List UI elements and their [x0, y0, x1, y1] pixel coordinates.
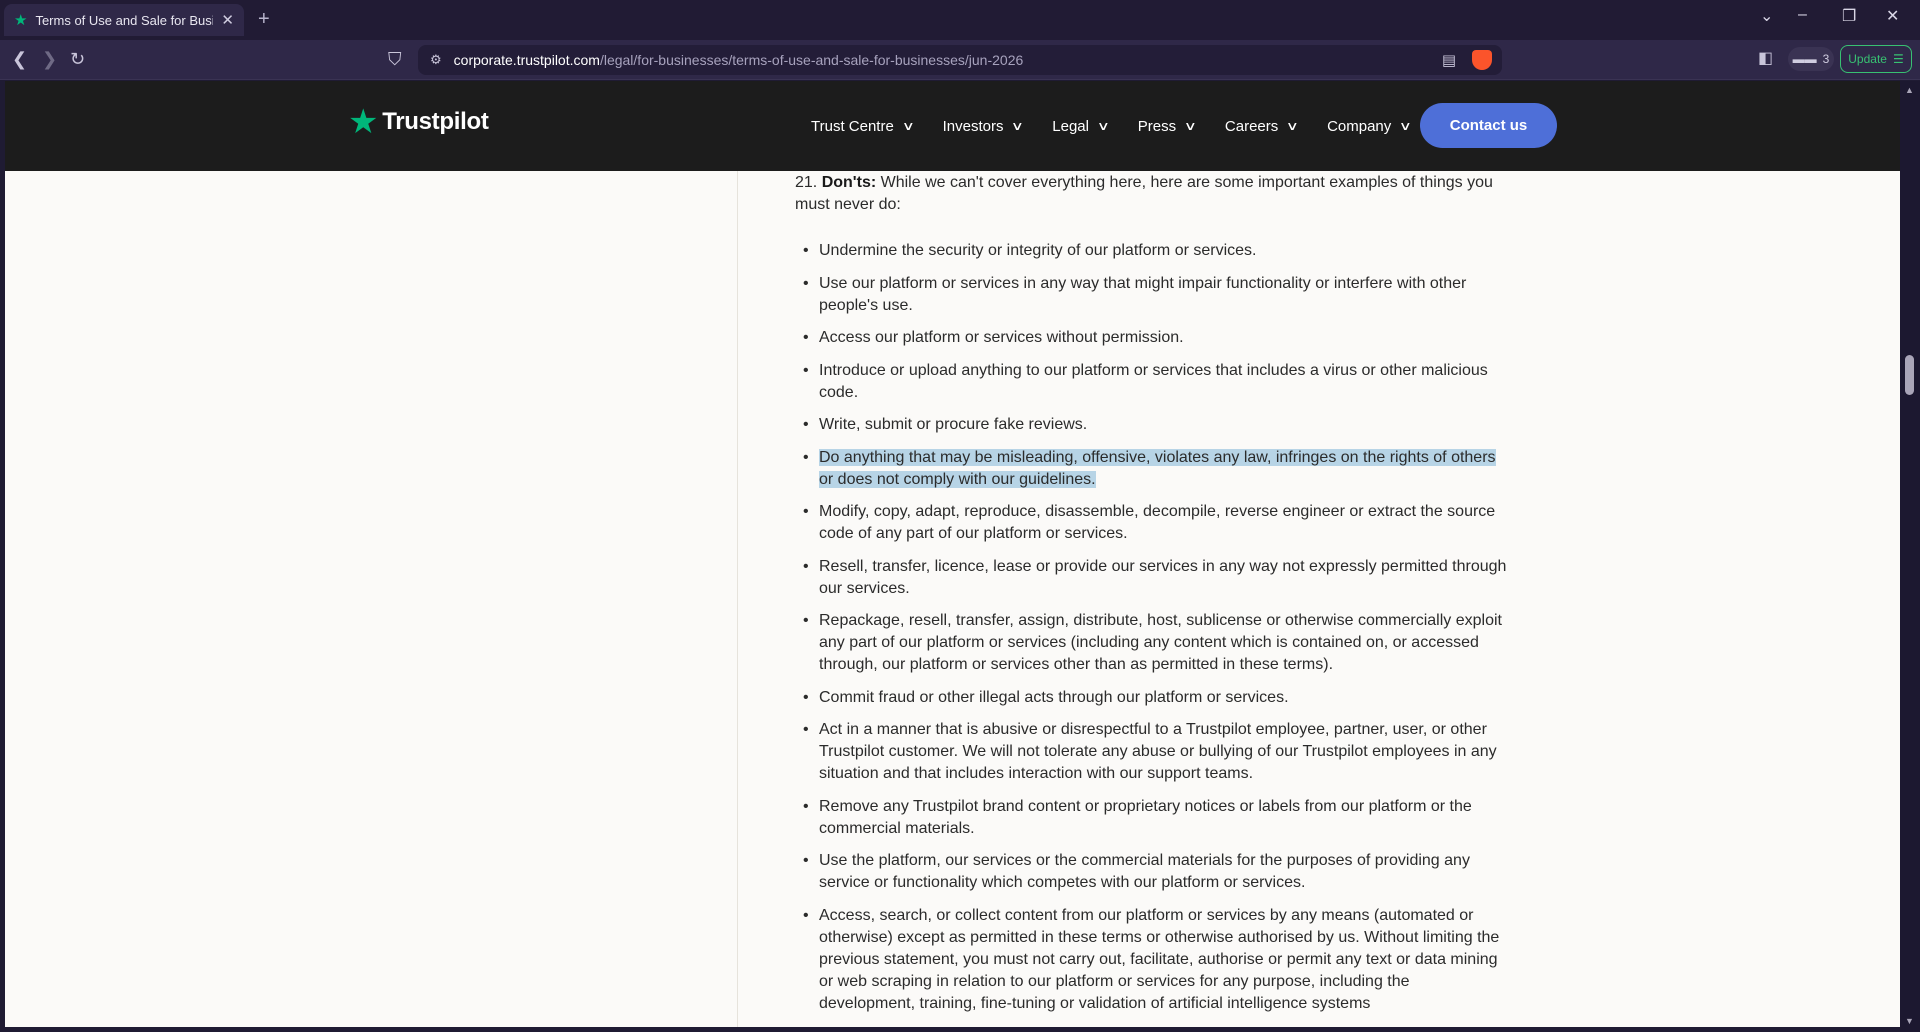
chevron-down-icon: ∨ — [1399, 119, 1413, 133]
nav-label: Careers — [1224, 117, 1279, 135]
trustpilot-logo[interactable]: ★ Trustpilot — [348, 105, 489, 139]
nav-trust-centre[interactable]: Trust Centre ∨ — [811, 117, 915, 135]
url-path: /legal/for-businesses/terms-of-use-and-s… — [599, 52, 1024, 68]
site-settings-icon[interactable]: ⚙ — [430, 52, 442, 68]
donts-list: Undermine the security or integrity of o… — [795, 240, 1510, 1015]
chevron-down-icon: ∨ — [1183, 119, 1198, 133]
list-item-text: Access our platform or services without … — [819, 329, 1184, 346]
list-item: Write, submit or procure fake reviews. — [795, 414, 1510, 436]
nav-label: Company — [1327, 117, 1392, 135]
list-item-text: Introduce or upload anything to our plat… — [819, 361, 1488, 401]
list-item-text: Access, search, or collect content from … — [819, 906, 1500, 1012]
tab-title: Terms of Use and Sale for Businesses — [35, 12, 213, 28]
list-item: Undermine the security or integrity of o… — [795, 240, 1510, 262]
close-tab-icon[interactable]: ✕ — [221, 11, 234, 29]
list-item: Commit fraud or other illegal acts throu… — [795, 687, 1510, 709]
list-item-text: Undermine the security or integrity of o… — [819, 242, 1257, 259]
extensions-button[interactable]: ▬▬ 3 — [1788, 47, 1834, 71]
scroll-up-icon[interactable]: ▲ — [1905, 85, 1914, 95]
scroll-down-icon[interactable]: ▼ — [1905, 1016, 1914, 1026]
list-item: Use our platform or services in any way … — [795, 273, 1510, 317]
browser-toolbar: ❮ ❯ ↻ ⛉ ⚙ corporate.trustpilot.com/legal… — [0, 40, 1920, 80]
list-item-text: Repackage, resell, transfer, assign, dis… — [819, 612, 1502, 673]
reader-mode-icon[interactable]: ▤ — [1442, 51, 1456, 69]
list-item-text: Commit fraud or other illegal acts throu… — [819, 688, 1289, 706]
terms-content: 21. Don'ts: While we can't cover everyth… — [795, 172, 1510, 1025]
nav-investors[interactable]: Investors ∨ — [942, 117, 1025, 135]
left-column — [5, 171, 738, 1027]
scrollbar[interactable]: ▲ ▼ — [1900, 81, 1920, 1032]
nav-press[interactable]: Press ∨ — [1137, 117, 1198, 135]
list-item-text: Use our platform or services in any way … — [819, 274, 1467, 314]
section-intro-text: While we can't cover everything here, he… — [795, 174, 1493, 213]
scroll-thumb[interactable] — [1905, 355, 1914, 395]
menu-icon: ☰ — [1892, 52, 1904, 66]
list-item-text: Write, submit or procure fake reviews. — [819, 416, 1088, 433]
list-item: Do anything that may be misleading, offe… — [795, 447, 1510, 491]
list-item-text: Remove any Trustpilot brand content or p… — [819, 797, 1472, 837]
chevron-down-icon: ∨ — [1286, 119, 1300, 133]
list-item: Access, search, or collect content from … — [795, 905, 1510, 1015]
list-item-text: Do anything that may be misleading, offe… — [819, 448, 1496, 488]
address-bar[interactable]: ⚙ corporate.trustpilot.com/legal/for-bus… — [418, 45, 1502, 75]
page-viewport: ★ Trustpilot Trust Centre ∨ Investors ∨ … — [5, 81, 1900, 1027]
list-item: Access our platform or services without … — [795, 327, 1510, 349]
nav-company[interactable]: Company ∨ — [1327, 117, 1413, 135]
list-item: Repackage, resell, transfer, assign, dis… — [795, 610, 1510, 676]
sidebar-toggle-icon[interactable]: ◧ — [1758, 48, 1773, 70]
section-number: 21. — [795, 174, 818, 191]
bookmark-icon[interactable]: ⛉ — [388, 48, 402, 70]
restore-icon[interactable]: ❐ — [1842, 6, 1856, 26]
main-nav: Trust Centre ∨ Investors ∨ Legal ∨ Press… — [811, 81, 1413, 171]
list-item: Remove any Trustpilot brand content or p… — [795, 796, 1510, 840]
list-item: Use the platform, our services or the co… — [795, 850, 1510, 894]
section-intro: 21. Don'ts: While we can't cover everyth… — [795, 172, 1510, 216]
minimize-icon[interactable]: – — [1798, 6, 1807, 24]
glasses-icon: ▬▬ — [1792, 52, 1817, 66]
nav-label: Press — [1137, 117, 1177, 135]
chevron-down-icon: ∨ — [1011, 119, 1025, 133]
trustpilot-favicon-icon: ★ — [14, 11, 28, 29]
back-icon[interactable]: ❮ — [12, 48, 27, 70]
tab-list-chevron-icon[interactable]: ⌄ — [1760, 6, 1773, 26]
forward-icon[interactable]: ❯ — [42, 48, 57, 70]
nav-label: Investors — [942, 117, 1004, 135]
nav-label: Legal — [1052, 117, 1089, 135]
chevron-down-icon: ∨ — [1096, 119, 1110, 133]
window-close-icon[interactable]: ✕ — [1886, 6, 1899, 26]
list-item-text: Use the platform, our services or the co… — [819, 852, 1470, 891]
section-heading: Don'ts: — [821, 174, 877, 191]
list-item-text: Modify, copy, adapt, reproduce, disassem… — [819, 503, 1496, 542]
update-label: Update — [1848, 52, 1887, 66]
browser-tab[interactable]: ★ Terms of Use and Sale for Businesses ✕ — [4, 4, 244, 36]
update-button[interactable]: Update ☰ — [1840, 45, 1912, 73]
chevron-down-icon: ∨ — [901, 119, 915, 133]
nav-label: Trust Centre — [811, 117, 894, 135]
brave-shields-icon[interactable] — [1472, 50, 1492, 70]
site-header: ★ Trustpilot Trust Centre ∨ Investors ∨ … — [5, 81, 1900, 171]
list-item: Act in a manner that is abusive or disre… — [795, 719, 1510, 785]
nav-legal[interactable]: Legal ∨ — [1052, 117, 1110, 135]
new-tab-button[interactable]: + — [258, 8, 270, 31]
star-icon: ★ — [348, 103, 379, 141]
list-item: Modify, copy, adapt, reproduce, disassem… — [795, 501, 1510, 545]
list-item: Introduce or upload anything to our plat… — [795, 360, 1510, 404]
reload-icon[interactable]: ↻ — [70, 48, 85, 70]
list-item-text: Act in a manner that is abusive or disre… — [819, 721, 1497, 782]
extensions-count: 3 — [1822, 52, 1830, 66]
logo-text: Trustpilot — [382, 108, 489, 135]
contact-us-button[interactable]: Contact us — [1420, 103, 1557, 148]
list-item: Resell, transfer, licence, lease or prov… — [795, 556, 1510, 600]
url-host: corporate.trustpilot.com — [453, 52, 600, 68]
list-item-text: Resell, transfer, licence, lease or prov… — [819, 557, 1507, 597]
browser-tab-strip: ★ Terms of Use and Sale for Businesses ✕… — [0, 0, 1920, 40]
nav-careers[interactable]: Careers ∨ — [1224, 117, 1300, 135]
